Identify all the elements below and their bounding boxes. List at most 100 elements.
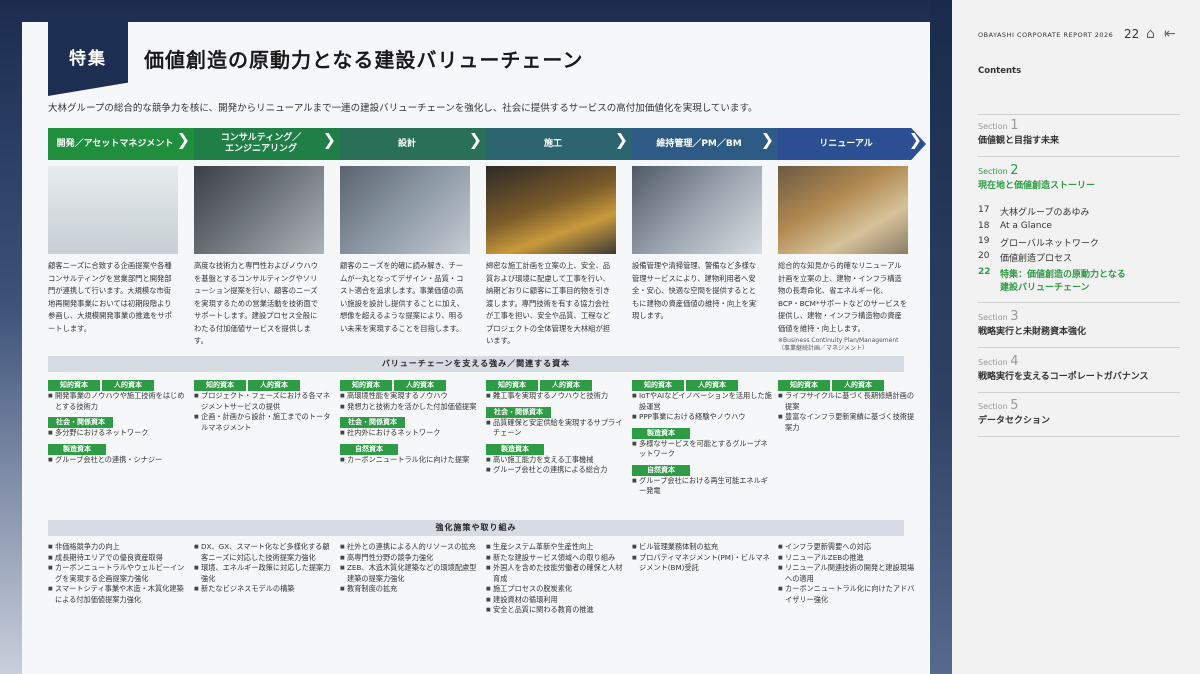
sidebar-section-4[interactable]: Section 4 戦略実行を支えるコーポレートガバナンス — [978, 354, 1180, 382]
section-label: Section 4 — [978, 354, 1019, 369]
capital-tag-social: 社会・関係資本 — [486, 406, 551, 418]
capital-tag-intellectual: 知的資本 — [194, 380, 246, 391]
capital-tags: 知的資本 人的資本 — [486, 380, 626, 391]
sidebar-section-2[interactable]: Section 2 現在地と価値創造ストーリー — [978, 163, 1180, 191]
capital-tag-human: 人的資本 — [248, 380, 300, 391]
strength-item: 高い施工能力を支える工事機械 — [486, 455, 626, 466]
capital-tags: 知的資本 人的資本 — [48, 380, 188, 391]
section-name: 戦略実行を支えるコーポレートガバナンス — [978, 372, 1149, 382]
strength-item: グループ会社との連携による総合力 — [486, 465, 626, 476]
capital-tag-human: 人的資本 — [102, 380, 154, 391]
strength-item: 難工事を実現するノウハウと技術力 — [486, 391, 626, 402]
initiative-item: 新たなビジネスモデルの構築 — [194, 584, 334, 595]
chain-step: 開発／アセットマネジメント ❯ — [48, 128, 194, 160]
strength-item: 発想力と技術力を活かした付加価値提案 — [340, 402, 480, 413]
sidebar: OBAYASHI CORPORATE REPORT 2026 22 ⌂ ⇤ Co… — [952, 0, 1200, 674]
footnote: ※Business Continuity Plan/Management （事業… — [778, 337, 899, 352]
capital-tag-manufactured: 製造資本 — [632, 427, 690, 439]
strength-item: プロジェクト・フェーズにおける各マネジメントサービスの提供 — [194, 391, 334, 412]
capital-tag-intellectual: 知的資本 — [486, 380, 538, 391]
value-chain-column: 総合的な知見から的確なリニューアル計画を立案の上、建物・インフラ構造物の長寿命化… — [778, 166, 908, 353]
capital-tag-manufactured: 製造資本 — [48, 443, 106, 455]
strengths-block: 知的資本人的資本難工事を実現するノウハウと技術力社会・関係資本品質確保と安定供給… — [486, 380, 626, 476]
capital-tag-manufactured: 製造資本 — [486, 443, 544, 455]
capital-tag-human: 人的資本 — [540, 380, 592, 391]
capital-tag-intellectual: 知的資本 — [778, 380, 830, 391]
initiative-item: 建設資材の循環利用 — [486, 595, 626, 606]
chain-step: リニューアル ❯ — [778, 128, 926, 160]
report-page: 特集 価値創造の原動力となる建設バリューチェーン 大林グループの総合的な競争力を… — [22, 22, 930, 674]
strength-item: 企画・計画から設計・施工までのトータルマネジメント — [194, 412, 334, 433]
sidebar-subitem[interactable]: 19 グローバルネットワーク — [978, 236, 1180, 249]
initiatives-block: 社外との連携による人的リソースの拡充高専門性分野の競争力強化ZEB、木造木質化建… — [340, 542, 480, 595]
column-description: 総合的な知見から的確なリニューアル計画を立案の上、建物・インフラ構造物の長寿命化… — [778, 261, 908, 333]
sidebar-section-1[interactable]: Section 1 価値観と目指す未来 — [978, 118, 1180, 146]
page-title: 価値創造の原動力となる建設バリューチェーン — [144, 48, 584, 72]
renewal-photo — [778, 166, 908, 254]
section-label: Section 2 — [978, 163, 1019, 178]
corporate-report-title: OBAYASHI CORPORATE REPORT 2026 — [978, 31, 1114, 39]
value-chain-column: 高度な技術力と専門性およびノウハウを基盤とするコンサルティングやソリューション提… — [194, 166, 324, 348]
sidebar-section-3[interactable]: Section 3 戦略実行と未財務資本強化 — [978, 309, 1180, 337]
chain-step-label: 開発／アセットマネジメント — [56, 138, 174, 149]
sidebar-subitem[interactable]: 17 大林グループのあゆみ — [978, 205, 1180, 218]
initiatives-block: 生産システム革新や生産性向上新たな建設サービス領域への取り組み外国人を含めた技能… — [486, 542, 626, 616]
sidebar-subitem[interactable]: 20 価値創造プロセス — [978, 251, 1180, 264]
capital-tag-social: 社会・関係資本 — [340, 417, 405, 428]
sidebar-subitem[interactable]: 22 特集：価値創造の原動力となる 建設バリューチェーン — [978, 267, 1180, 293]
strengths-block: 知的資本人的資本ライフサイクルに基づく長期修繕計画の提案豊富なインフラ更新実績に… — [778, 380, 918, 433]
initiative-item: DX、GX、スマート化など多様化する顧客ニーズに対応した技術提案力強化 — [194, 542, 334, 563]
subitem-page: 20 — [978, 251, 990, 261]
chevron-right-icon: ❯ — [176, 130, 190, 149]
strength-item: ライフサイクルに基づく長期修繕計画の提案 — [778, 391, 918, 412]
sidebar-subitem[interactable]: 18 At a Glance — [978, 221, 1180, 231]
strengths-block: 知的資本人的資本開発事業のノウハウや施工技術をはじめとする技術力社会・関係資本多… — [48, 380, 188, 465]
chevron-right-icon: ❯ — [322, 130, 336, 149]
section-name: 戦略実行と未財務資本強化 — [978, 327, 1087, 337]
chain-step-label: 設計 — [397, 138, 416, 149]
capital-tags: 知的資本 人的資本 — [632, 380, 772, 391]
column-description: 顧客ニーズに合致する企画提案や各種コンサルティングを営業部門と開発部門が連携して… — [48, 261, 173, 333]
feature-tag-label: 特集 — [69, 49, 107, 69]
subitem-name: At a Glance — [1000, 221, 1052, 231]
capital-tag-human: 人的資本 — [394, 380, 446, 391]
capital-tag-intellectual: 知的資本 — [48, 380, 100, 391]
initiative-item: インフラ更新需要への対応 — [778, 542, 918, 553]
chevron-right-icon: ❯ — [760, 130, 774, 149]
section-number: 3 — [1010, 309, 1019, 324]
subitem-name: グローバルネットワーク — [1000, 239, 1099, 249]
strengths-block: 知的資本人的資本IoTやAIなどイノベーションを活用した施設運営PPP事業におけ… — [632, 380, 772, 497]
chain-step: コンサルティング／ エンジニアリング ❯ — [194, 128, 340, 160]
strengths-band-title: バリューチェーンを支える強み／関連する資本 — [48, 356, 904, 372]
divider — [978, 436, 1180, 437]
section-number: 4 — [1010, 354, 1019, 369]
page-lead: 大林グループの総合的な競争力を核に、開発からリニューアルまで一連の建設バリューチ… — [48, 103, 758, 114]
initiative-item: カーボンニュートラル化に向けたアドバイザリー強化 — [778, 584, 918, 605]
initiative-item: リニューアル関連技術の開発と建設現場への適用 — [778, 563, 918, 584]
strength-item: PPP事業における経験やノウハウ — [632, 412, 772, 423]
chain-step: 施工 ❯ — [486, 128, 632, 160]
strength-item: IoTやAIなどイノベーションを活用した施設運営 — [632, 391, 772, 412]
strength-item: 豊富なインフラ更新実績に基づく技術提案力 — [778, 412, 918, 433]
maintenance-photo — [632, 166, 762, 254]
subitem-page: 19 — [978, 236, 990, 246]
divider — [978, 156, 1180, 157]
initiative-item: 環境、エネルギー政策に対応した提案力強化 — [194, 563, 334, 584]
chain-step-label: 維持管理／PM／BM — [656, 138, 742, 149]
sidebar-section-5[interactable]: Section 5 データセクション — [978, 398, 1180, 426]
subitem-page: 22 — [978, 267, 991, 277]
value-chain-column: 綿密な施工計画を立案の上、安全、品質および環境に配慮して工事を行い、納期どおりに… — [486, 166, 616, 348]
subitem-page: 17 — [978, 205, 990, 215]
home-icon[interactable]: ⌂ — [1146, 26, 1155, 42]
capital-tag-intellectual: 知的資本 — [632, 380, 684, 391]
capital-tags: 知的資本 人的資本 — [778, 380, 918, 391]
initiative-item: スマートシティ事業や木造・木質化建築による付加価値提案力強化 — [48, 584, 188, 605]
initiatives-block: DX、GX、スマート化など多様化する顧客ニーズに対応した技術提案力強化環境、エネ… — [194, 542, 334, 595]
back-icon[interactable]: ⇤ — [1164, 26, 1176, 42]
section-label: Section 5 — [978, 398, 1019, 413]
initiatives-band-title: 強化施策や取り組み — [48, 520, 904, 536]
capital-tag-social: 社会・関係資本 — [48, 417, 113, 428]
capital-tag-human: 人的資本 — [686, 380, 738, 391]
subitem-name: 価値創造プロセス — [1000, 254, 1073, 264]
value-chain-arrow: 開発／アセットマネジメント ❯ コンサルティング／ エンジニアリング ❯ 設計 ❯ 施工 ❯ 維… — [48, 128, 926, 160]
